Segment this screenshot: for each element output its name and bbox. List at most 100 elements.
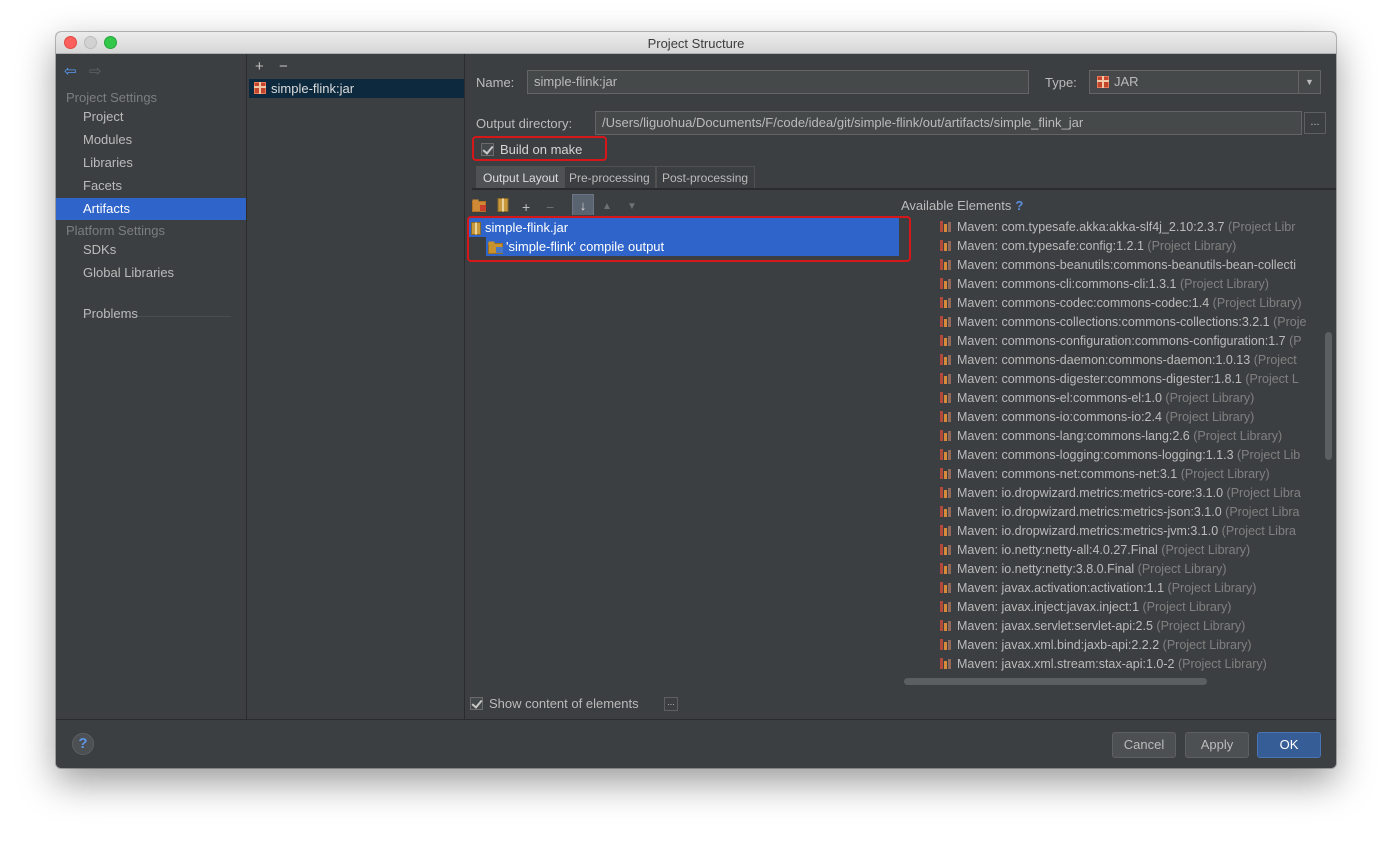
list-item[interactable]: Maven: commons-cli:commons-cli:1.3.1 (Pr… (940, 275, 1322, 294)
library-icon (940, 449, 953, 460)
library-icon (940, 582, 953, 593)
library-icon (940, 335, 953, 346)
list-item[interactable]: Maven: commons-lang:commons-lang:2.6 (Pr… (940, 427, 1322, 446)
list-item[interactable]: Maven: commons-beanutils:commons-beanuti… (940, 256, 1322, 275)
sidebar-item-project[interactable]: Project (56, 106, 246, 128)
library-icon (940, 297, 953, 308)
browse-output-directory-button[interactable]: ... (1304, 112, 1326, 134)
library-icon (940, 392, 953, 403)
sidebar-item-facets[interactable]: Facets (56, 175, 246, 197)
library-icon (940, 278, 953, 289)
ok-button[interactable]: OK (1257, 732, 1321, 758)
library-icon (940, 373, 953, 384)
artifact-type-select[interactable]: JAR ▼ (1089, 70, 1321, 94)
sidebar-item-problems[interactable]: Problems (56, 303, 246, 325)
library-icon (940, 506, 953, 517)
list-item[interactable]: Maven: commons-configuration:commons-con… (940, 332, 1322, 351)
available-elements-horizontal-scrollbar[interactable] (904, 678, 1207, 685)
add-artifact-button[interactable]: + (255, 58, 264, 75)
list-item[interactable]: Maven: javax.xml.stream:stax-api:1.0-2 (… (940, 655, 1322, 674)
tree-item-jar[interactable]: simple-flink.jar (468, 218, 899, 237)
show-content-options-button[interactable]: ... (664, 697, 678, 711)
list-item[interactable]: Maven: commons-net:commons-net:3.1 (Proj… (940, 465, 1322, 484)
cancel-button[interactable]: Cancel (1112, 732, 1176, 758)
name-label: Name: (476, 75, 515, 90)
show-content-checkbox[interactable] (470, 697, 483, 710)
list-item[interactable]: Maven: commons-el:commons-el:1.0 (Projec… (940, 389, 1322, 408)
library-icon (940, 411, 953, 422)
library-icon (940, 487, 953, 498)
artifact-label: simple-flink:jar (271, 81, 355, 96)
sidebar-item-sdks[interactable]: SDKs (56, 239, 246, 261)
list-item[interactable]: Maven: io.dropwizard.metrics:metrics-cor… (940, 484, 1322, 503)
tab-output-layout[interactable]: Output Layout (476, 166, 566, 188)
library-icon (940, 221, 953, 232)
list-item[interactable]: Maven: javax.xml.bind:jaxb-api:2.2.2 (Pr… (940, 636, 1322, 655)
build-on-make-checkbox[interactable] (481, 143, 494, 156)
tree-item-compile-output[interactable]: 'simple-flink' compile output (486, 237, 899, 256)
help-button[interactable]: ? (72, 733, 94, 755)
library-icon (940, 259, 953, 270)
library-icon (940, 620, 953, 631)
platform-settings-header: Platform Settings (66, 223, 165, 238)
artifact-list-item[interactable]: simple-flink:jar (249, 79, 464, 98)
list-item[interactable]: Maven: javax.servlet:servlet-api:2.5 (Pr… (940, 617, 1322, 636)
jar-icon (471, 221, 481, 240)
available-elements-vertical-scrollbar[interactable] (1325, 332, 1332, 460)
artifact-type-value: JAR (1114, 74, 1139, 89)
settings-sidebar: ⇦ ⇨ Project Settings Project Modules Lib… (56, 54, 247, 719)
list-item[interactable]: Maven: javax.inject:javax.inject:1 (Proj… (940, 598, 1322, 617)
chevron-down-icon[interactable]: ▼ (1298, 71, 1320, 93)
tab-post-processing[interactable]: Post-processing (655, 166, 756, 188)
library-icon (940, 639, 953, 650)
list-item[interactable]: Maven: commons-daemon:commons-daemon:1.0… (940, 351, 1322, 370)
available-elements-help-icon[interactable]: ? (1015, 198, 1023, 213)
dialog-button-bar: ? Cancel Apply OK (56, 719, 1336, 768)
library-icon (940, 525, 953, 536)
output-layout-tree: simple-flink.jar 'simple-flink' compile … (468, 215, 899, 715)
sort-elements-button[interactable]: ↓ (572, 194, 594, 216)
tree-item-compile-output-label: 'simple-flink' compile output (506, 239, 665, 254)
arrow-forward-icon[interactable]: ⇨ (89, 62, 102, 80)
tree-item-jar-label: simple-flink.jar (485, 220, 569, 235)
list-item[interactable]: Maven: commons-io:commons-io:2.4 (Projec… (940, 408, 1322, 427)
library-icon (940, 430, 953, 441)
jar-type-icon (1097, 76, 1109, 88)
sidebar-item-modules[interactable]: Modules (56, 129, 246, 151)
library-icon (940, 563, 953, 574)
title-bar[interactable]: Project Structure (56, 32, 1336, 54)
sidebar-item-libraries[interactable]: Libraries (56, 152, 246, 174)
available-elements-label: Available Elements (901, 198, 1012, 213)
list-item[interactable]: Maven: io.dropwizard.metrics:metrics-jso… (940, 503, 1322, 522)
artifact-name-field[interactable]: simple-flink:jar (527, 70, 1029, 94)
project-structure-window: Project Structure ⇦ ⇨ Project Settings P… (56, 32, 1336, 768)
sidebar-item-global-libraries[interactable]: Global Libraries (56, 262, 246, 284)
list-item[interactable]: Maven: com.typesafe:config:1.2.1 (Projec… (940, 237, 1322, 256)
list-item[interactable]: Maven: io.dropwizard.metrics:metrics-jvm… (940, 522, 1322, 541)
sidebar-item-artifacts[interactable]: Artifacts (56, 198, 246, 220)
build-on-make-label[interactable]: Build on make (500, 142, 582, 157)
list-item[interactable]: Maven: commons-logging:commons-logging:1… (940, 446, 1322, 465)
list-item[interactable]: Maven: com.typesafe.akka:akka-slf4j_2.10… (940, 218, 1322, 237)
arrow-back-icon[interactable]: ⇦ (64, 62, 77, 80)
list-item[interactable]: Maven: io.netty:netty:3.8.0.Final (Proje… (940, 560, 1322, 579)
library-icon (940, 316, 953, 327)
list-item[interactable]: Maven: javax.activation:activation:1.1 (… (940, 579, 1322, 598)
project-settings-header: Project Settings (66, 90, 158, 105)
apply-button[interactable]: Apply (1185, 732, 1249, 758)
window-title: Project Structure (647, 36, 745, 51)
available-elements-title: Available Elements? (901, 198, 1023, 213)
library-icon (940, 544, 953, 555)
library-icon (940, 240, 953, 251)
show-content-label[interactable]: Show content of elements (489, 696, 639, 711)
list-item[interactable]: Maven: commons-codec:commons-codec:1.4 (… (940, 294, 1322, 313)
list-item[interactable]: Maven: io.netty:netty-all:4.0.27.Final (… (940, 541, 1322, 560)
output-directory-field[interactable]: /Users/liguohua/Documents/F/code/idea/gi… (595, 111, 1302, 135)
list-item[interactable]: Maven: commons-digester:commons-digester… (940, 370, 1322, 389)
tab-pre-processing[interactable]: Pre-processing (562, 166, 657, 188)
library-icon (940, 601, 953, 612)
list-item[interactable]: Maven: commons-collections:commons-colle… (940, 313, 1322, 332)
artifacts-list-panel: + − simple-flink:jar (248, 54, 465, 719)
output-directory-label: Output directory: (476, 116, 573, 131)
remove-artifact-button[interactable]: − (279, 58, 288, 75)
